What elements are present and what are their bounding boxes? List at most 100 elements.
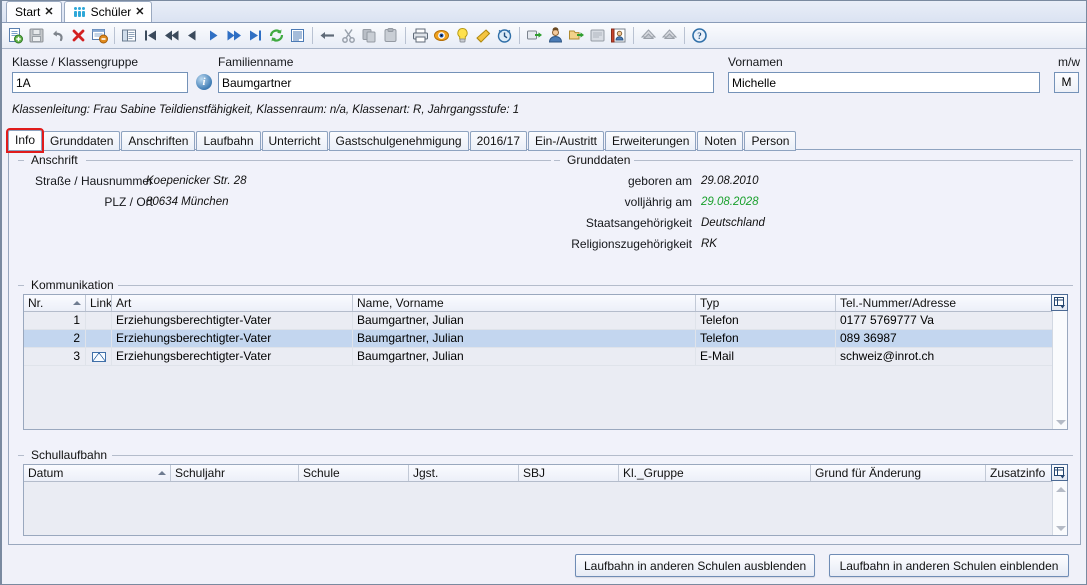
toolbar-separator [114,27,115,44]
tab-grunddaten-label: Grunddaten [50,134,114,148]
info-tab-panel: Anschrift Straße / Hausnummer Koepenicke… [8,149,1081,545]
tab-info[interactable]: Info [5,128,45,153]
help-icon[interactable]: ? [689,25,710,46]
tab-person[interactable]: Person [744,131,797,151]
paste-icon[interactable] [380,25,401,46]
familienname-input[interactable] [218,72,714,93]
col-jgst[interactable]: Jgst. [409,465,519,481]
klasse-input[interactable] [12,72,188,93]
col-sbj[interactable]: SBJ [519,465,619,481]
report-icon[interactable] [287,25,308,46]
laufbahn-einblenden-button[interactable]: Laufbahn in anderen Schulen einblenden [829,554,1069,577]
tab-unterricht[interactable]: Unterricht [261,131,328,151]
table-row[interactable]: 3 Erziehungsberechtigter-Vater Baumgartn… [24,348,1067,366]
toolbar-separator [519,27,520,44]
export-icon[interactable] [524,25,545,46]
cell-name: Baumgartner, Julian [353,330,696,347]
scroll-down-icon[interactable] [1053,521,1067,535]
field-staatsangehoerigkeit-value: Deutschland [701,217,765,229]
preview-icon[interactable] [431,25,452,46]
close-icon[interactable]: ✕ [135,6,144,18]
tab-gastschulgenehmigung[interactable]: Gastschulgenehmigung [328,131,469,151]
down-merge-icon[interactable] [659,25,680,46]
tab-schuljahr-label: 2016/17 [476,134,520,148]
table-row[interactable]: 2 Erziehungsberechtigter-Vater Baumgartn… [24,330,1067,348]
close-icon[interactable]: ✕ [44,6,53,18]
laufbahn-ausblenden-button[interactable]: Laufbahn in anderen Schulen ausblenden [575,554,815,577]
kommunikation-grid-menu-button[interactable] [1051,294,1068,311]
up-merge-icon[interactable] [638,25,659,46]
info-icon[interactable]: i [196,74,212,90]
folder-export-icon[interactable] [566,25,587,46]
save-icon[interactable] [26,25,47,46]
field-volljaehrig-am-label: volljährig am [624,195,692,209]
vornamen-input[interactable] [728,72,1040,93]
cell-name: Baumgartner, Julian [353,348,696,365]
col-datum[interactable]: Datum [24,465,171,481]
cut-icon[interactable] [338,25,359,46]
prev-record-icon[interactable] [182,25,203,46]
main-toolbar: ? [2,23,1086,49]
kommunikation-grid[interactable]: Nr. Link Art Name, Vorname Typ Tel.-Numm… [23,294,1068,430]
note-icon[interactable] [587,25,608,46]
col-name-vorname[interactable]: Name, Vorname [353,295,696,311]
col-nr[interactable]: Nr. [24,295,86,311]
col-schuljahr[interactable]: Schuljahr [171,465,299,481]
col-link[interactable]: Link [86,295,112,311]
window-tab-start-label: Start [15,5,41,19]
user-icon[interactable] [545,25,566,46]
tab-anschriften-label: Anschriften [128,134,189,148]
tab-ein-austritt[interactable]: Ein-/Austritt [528,131,605,151]
col-typ[interactable]: Typ [696,295,836,311]
cell-typ: E-Mail [696,348,836,365]
record-list-icon[interactable] [119,25,140,46]
klasse-label: Klasse / Klassengruppe [12,55,139,69]
new-record-icon[interactable] [5,25,26,46]
next-record-icon[interactable] [203,25,224,46]
tab-schuljahr[interactable]: 2016/17 [469,131,527,151]
cancel-edit-icon[interactable] [89,25,110,46]
reminder-icon[interactable] [494,25,515,46]
tab-laufbahn[interactable]: Laufbahn [196,131,261,151]
cell-link [86,312,112,329]
last-record-icon[interactable] [245,25,266,46]
back-arrow-icon[interactable] [317,25,338,46]
fast-forward-icon[interactable] [224,25,245,46]
cell-link[interactable] [86,348,112,365]
undo-icon[interactable] [47,25,68,46]
kommunikation-grid-empty-area [24,366,1052,429]
tab-noten[interactable]: Noten [697,131,744,151]
col-kl-gruppe[interactable]: Kl._Gruppe [619,465,811,481]
notify-icon[interactable] [473,25,494,46]
scroll-down-icon[interactable] [1053,415,1067,429]
col-schule[interactable]: Schule [299,465,409,481]
delete-icon[interactable] [68,25,89,46]
window-tab-schueler[interactable]: Schüler ✕ [63,1,153,22]
copy-icon[interactable] [359,25,380,46]
field-religionszugehoerigkeit-label: Religionszugehörigkeit [571,237,692,251]
table-row[interactable]: 1 Erziehungsberechtigter-Vater Baumgartn… [24,312,1067,330]
cell-art: Erziehungsberechtigter-Vater [112,312,353,329]
group-schullaufbahn-title: Schullaufbahn [27,448,112,462]
col-grund-fuer-aenderung[interactable]: Grund für Änderung [811,465,986,481]
col-tel-adresse[interactable]: Tel.-Nummer/Adresse [836,295,1054,311]
address-book-icon[interactable] [608,25,629,46]
gender-button[interactable]: M [1054,72,1079,93]
tab-grunddaten[interactable]: Grunddaten [43,131,121,151]
envelope-icon[interactable] [91,351,106,362]
tab-anschriften[interactable]: Anschriften [121,131,196,151]
fast-back-icon[interactable] [161,25,182,46]
schullaufbahn-grid[interactable]: Datum Schuljahr Schule Jgst. SBJ Kl._Gru… [23,464,1068,536]
refresh-icon[interactable] [266,25,287,46]
print-icon[interactable] [410,25,431,46]
kommunikation-vertical-scrollbar[interactable] [1052,295,1067,429]
first-record-icon[interactable] [140,25,161,46]
hint-icon[interactable] [452,25,473,46]
schullaufbahn-grid-menu-button[interactable] [1051,464,1068,481]
scroll-up-icon[interactable] [1053,482,1067,496]
tab-erweiterungen[interactable]: Erweiterungen [605,131,697,151]
header-labels-row: Klasse / Klassengruppe Familienname Vorn… [12,54,1080,71]
cell-typ: Telefon [696,330,836,347]
window-tab-start[interactable]: Start ✕ [6,1,62,22]
col-art[interactable]: Art [112,295,353,311]
